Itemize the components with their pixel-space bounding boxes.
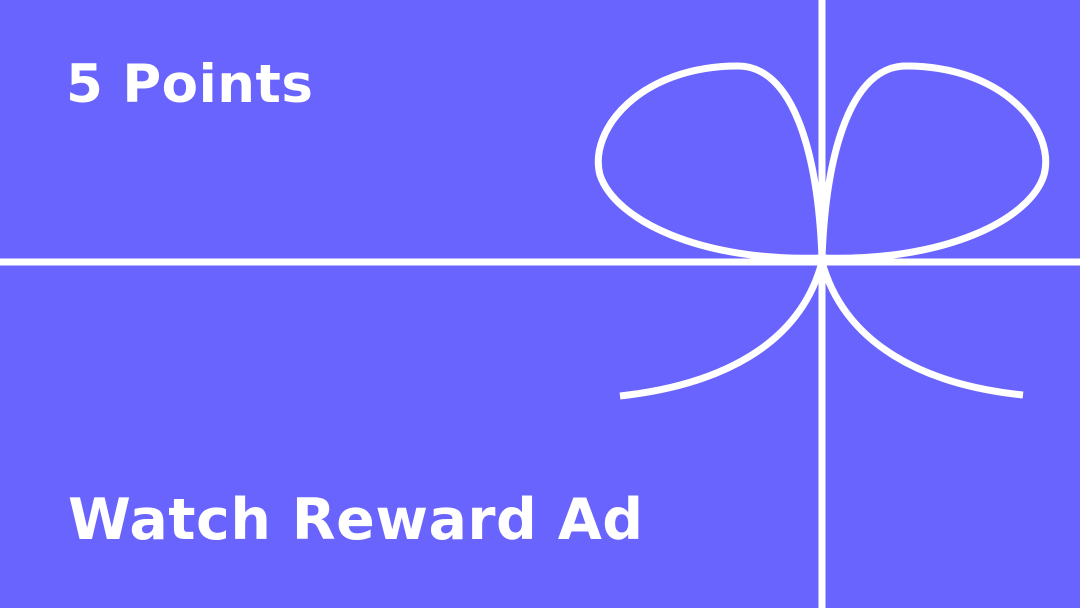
- points-label: 5 Points: [66, 54, 314, 115]
- bow-right-loop: [818, 62, 1050, 262]
- watch-reward-ad-label: Watch Reward Ad: [68, 487, 644, 553]
- bow-left-loop: [594, 62, 826, 262]
- bow-right-tail: [818, 261, 1024, 399]
- bow-left-tail: [619, 261, 826, 400]
- reward-ad-card[interactable]: 5 Points Watch Reward Ad: [0, 0, 1080, 608]
